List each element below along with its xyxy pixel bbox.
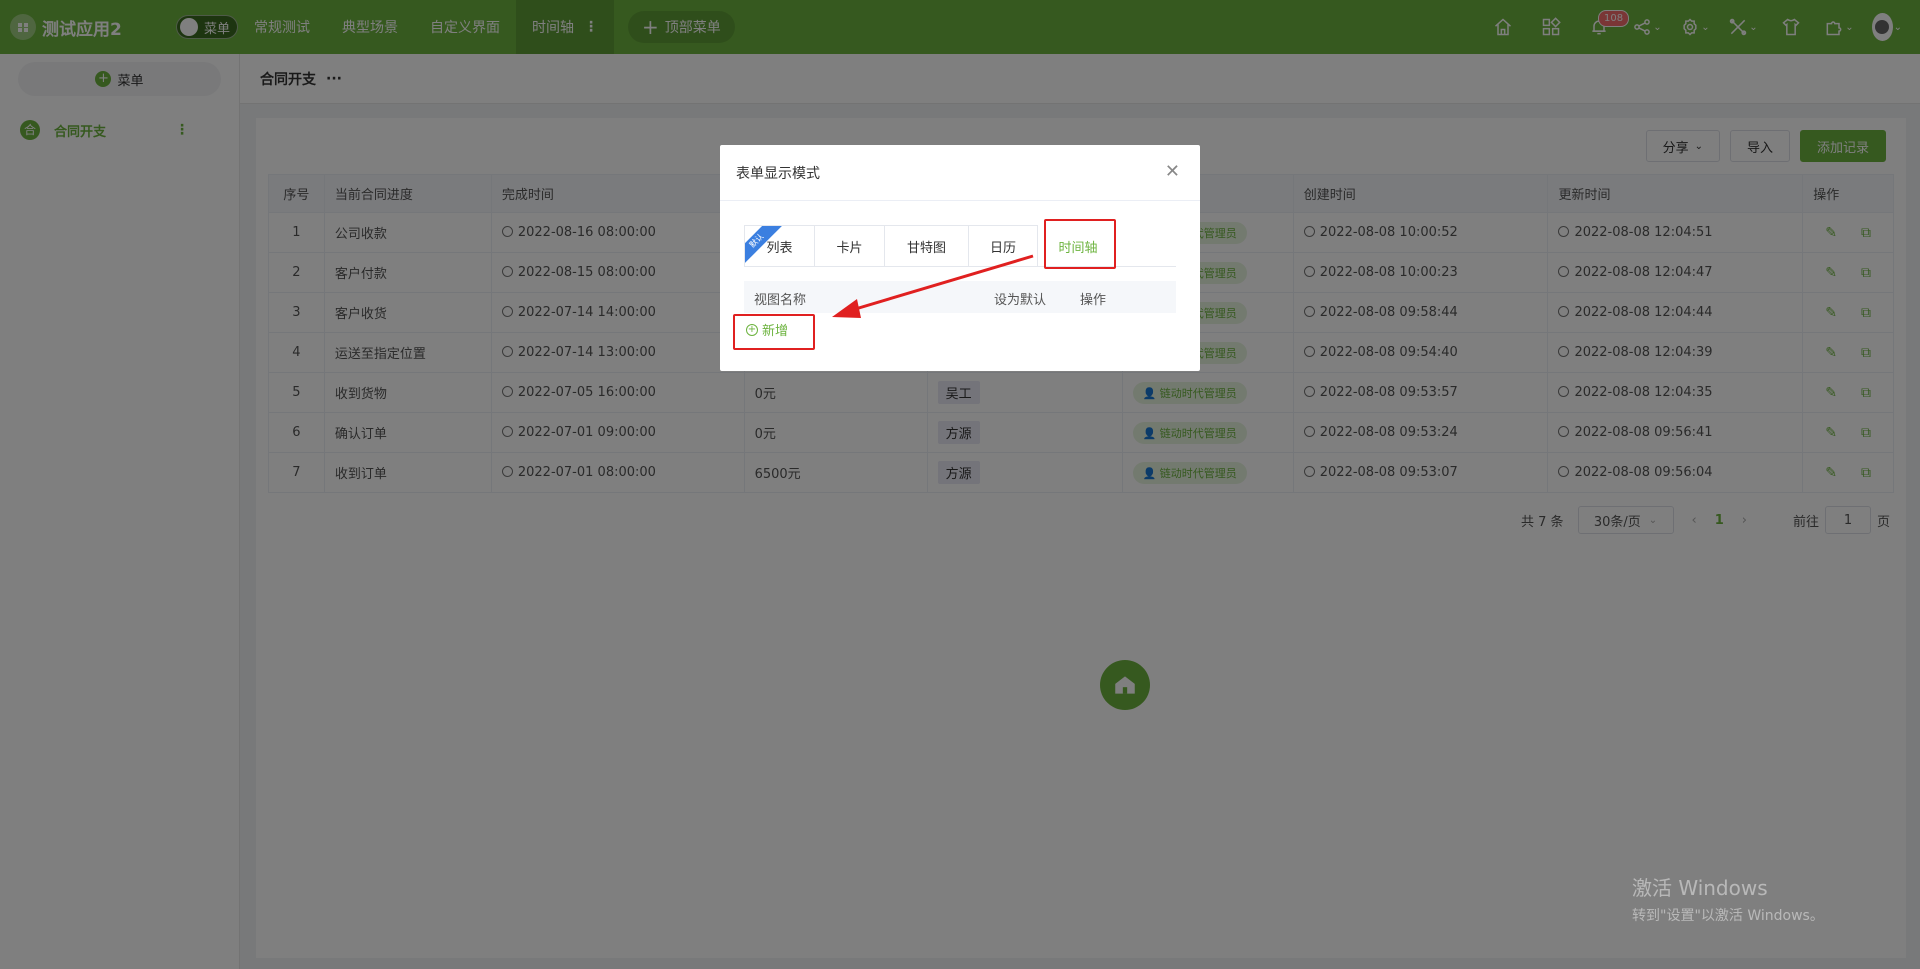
annotation-arrow [832,254,1034,318]
